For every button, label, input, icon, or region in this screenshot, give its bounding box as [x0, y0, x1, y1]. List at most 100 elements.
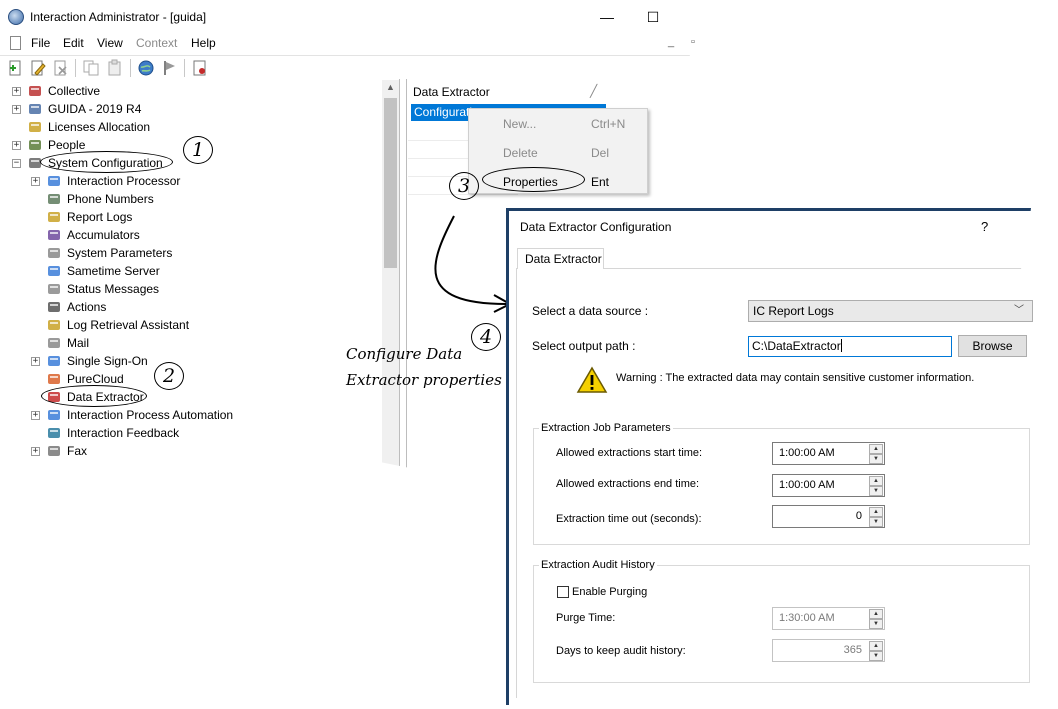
start-time-value: 1:00:00 AM	[779, 447, 835, 459]
purge-time-spinner[interactable]: 1:30:00 AM ▲ ▼	[772, 607, 885, 630]
tree-item-label: Report Logs	[67, 210, 133, 224]
tree-item-log-retrieval-assistant[interactable]: Log Retrieval Assistant	[0, 316, 380, 334]
tree-item-purecloud[interactable]: PureCloud	[0, 370, 380, 388]
new-icon[interactable]	[6, 59, 24, 77]
spin-up-icon[interactable]: ▲	[869, 507, 883, 517]
days-spinner[interactable]: 365 ▲ ▼	[772, 639, 885, 662]
timeout-value: 0	[855, 510, 862, 522]
paste-icon[interactable]	[106, 59, 124, 77]
spin-down-icon[interactable]: ▼	[869, 454, 883, 464]
warning-text: Warning : The extracted data may contain…	[616, 372, 975, 384]
output-path-input[interactable]: C:\DataExtractor	[748, 336, 952, 357]
app-icon	[8, 9, 24, 25]
tree-item-label: Status Messages	[67, 282, 160, 296]
scrollbar-thumb[interactable]	[384, 98, 397, 268]
tree-item-sametime-server[interactable]: Sametime Server	[0, 262, 380, 280]
expand-icon[interactable]: +	[31, 411, 40, 420]
tree-item-interaction-process-automation[interactable]: + Interaction Process Automation	[0, 406, 380, 424]
copy-icon[interactable]	[82, 59, 100, 77]
expand-icon[interactable]: +	[12, 141, 21, 150]
spin-up-icon[interactable]: ▲	[869, 641, 883, 651]
menu-edit[interactable]: Edit	[63, 36, 84, 50]
context-menu-delete-shortcut: Del	[591, 146, 610, 160]
purecloud-icon	[48, 374, 60, 384]
tree-item-phone-numbers[interactable]: Phone Numbers	[0, 190, 380, 208]
tree-item-status-messages[interactable]: Status Messages	[0, 280, 380, 298]
spin-down-icon[interactable]: ▼	[869, 651, 883, 661]
actions-icon	[48, 302, 60, 312]
report-icon[interactable]	[191, 59, 209, 77]
process-automation-icon	[48, 410, 60, 420]
tree-item-interaction-processor[interactable]: + Interaction Processor	[0, 172, 380, 190]
tree-item-actions[interactable]: Actions	[0, 298, 380, 316]
chevron-down-icon[interactable]: ﹀	[1014, 301, 1024, 321]
data-source-select[interactable]: IC Report Logs ﹀	[748, 300, 1033, 322]
spin-down-icon[interactable]: ▼	[869, 517, 883, 527]
tree-item-mail[interactable]: Mail	[0, 334, 380, 352]
context-menu-new[interactable]: New...	[503, 117, 536, 131]
tree-item-report-logs[interactable]: Report Logs	[0, 208, 380, 226]
mail-icon	[48, 338, 60, 348]
spin-down-icon[interactable]: ▼	[869, 486, 883, 496]
end-time-spinner[interactable]: 1:00:00 AM ▲ ▼	[772, 474, 885, 497]
collective-icon	[29, 86, 41, 96]
output-path-label: Select output path :	[532, 339, 636, 353]
start-time-spinner[interactable]: 1:00:00 AM ▲ ▼	[772, 442, 885, 465]
maximize-button[interactable]: ☐	[640, 6, 666, 28]
help-button[interactable]: ?	[981, 219, 988, 234]
expand-icon[interactable]: +	[12, 105, 21, 114]
mdi-minimize-button[interactable]: _	[662, 36, 680, 52]
end-time-label: Allowed extractions end time:	[556, 478, 700, 490]
menu-help[interactable]: Help	[191, 36, 216, 50]
tree-item-accumulators[interactable]: Accumulators	[0, 226, 380, 244]
list-column-header[interactable]: Data Extractor	[413, 85, 490, 99]
fax-icon	[48, 446, 60, 456]
tree-scrollbar[interactable]: ▲	[382, 80, 399, 470]
accumulators-icon	[48, 230, 60, 240]
menu-context[interactable]: Context	[136, 36, 177, 50]
enable-purging-label[interactable]: Enable Purging	[572, 586, 647, 598]
spin-up-icon[interactable]: ▲	[869, 444, 883, 454]
tree-item-label: Fax	[67, 444, 88, 458]
audit-group-title: Extraction Audit History	[539, 559, 657, 571]
scroll-up-icon[interactable]: ▲	[382, 82, 399, 92]
tree-item-collective[interactable]: + Collective	[0, 82, 380, 100]
annotation-ellipse-data-extractor	[41, 385, 147, 407]
tree-item-guida-2019-r4[interactable]: + GUIDA - 2019 R4	[0, 100, 380, 118]
tab-data-extractor[interactable]: Data Extractor	[517, 248, 604, 269]
edit-icon[interactable]	[29, 59, 47, 77]
spin-up-icon[interactable]: ▲	[869, 609, 883, 619]
tree-item-fax[interactable]: + Fax	[0, 442, 380, 460]
column-resize-handle[interactable]: ╱	[590, 84, 597, 98]
enable-purging-checkbox[interactable]	[557, 586, 569, 598]
collapse-icon[interactable]: −	[12, 159, 21, 168]
timeout-spinner[interactable]: 0 ▲ ▼	[772, 505, 885, 528]
tree-item-system-parameters[interactable]: System Parameters	[0, 244, 380, 262]
tree-item-label: GUIDA - 2019 R4	[48, 102, 142, 116]
sso-icon	[48, 356, 60, 366]
menu-file[interactable]: File	[31, 36, 50, 50]
expand-icon[interactable]: +	[31, 447, 40, 456]
spin-down-icon[interactable]: ▼	[869, 619, 883, 629]
tree-item-interaction-feedback[interactable]: Interaction Feedback	[0, 424, 380, 442]
menu-view[interactable]: View	[97, 36, 123, 50]
mdi-restore-button[interactable]: ▫	[684, 36, 702, 52]
browse-button[interactable]: Browse	[958, 335, 1027, 357]
expand-icon[interactable]: +	[12, 87, 21, 96]
output-path-value: C:\DataExtractor	[752, 339, 841, 353]
annotation-arrow	[434, 215, 513, 313]
tree-item-licenses-allocation[interactable]: Licenses Allocation	[0, 118, 380, 136]
spin-up-icon[interactable]: ▲	[869, 476, 883, 486]
delete-icon[interactable]	[52, 59, 70, 77]
status-messages-icon	[48, 284, 60, 294]
flag-icon[interactable]	[161, 59, 179, 77]
processor-icon	[48, 176, 60, 186]
expand-icon[interactable]: +	[31, 357, 40, 366]
tree-item-single-sign-on[interactable]: + Single Sign-On	[0, 352, 380, 370]
context-menu-delete[interactable]: Delete	[503, 146, 538, 160]
tree-item-label: Phone Numbers	[67, 192, 154, 206]
window-title: Interaction Administrator - [guida]	[30, 10, 207, 24]
globe-icon[interactable]	[137, 59, 155, 77]
expand-icon[interactable]: +	[31, 177, 40, 186]
minimize-button[interactable]: —	[594, 6, 620, 28]
